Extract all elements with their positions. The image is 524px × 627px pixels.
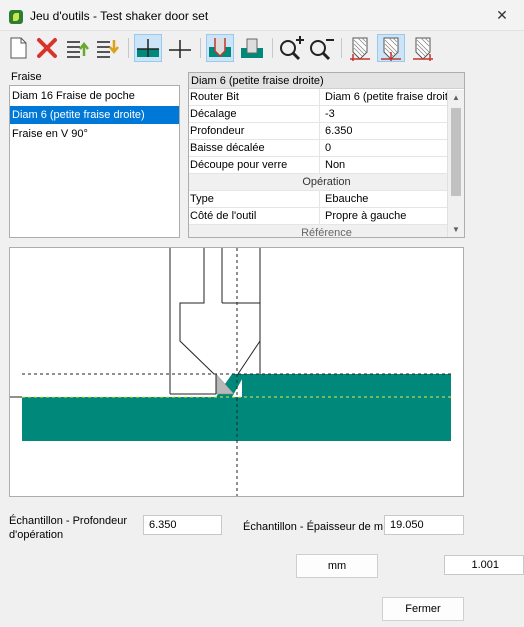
- cut-through-icon[interactable]: [206, 34, 234, 62]
- sample-depth-input[interactable]: 6.350: [143, 515, 222, 535]
- toolbar: [0, 32, 524, 66]
- sample-depth-label: Échantillon - Profondeur d'opération: [9, 515, 128, 541]
- property-value[interactable]: Propre à gauche: [325, 208, 448, 224]
- title-bar: Jeu d'outils - Test shaker door set ✕: [0, 0, 524, 31]
- fraise-list[interactable]: Diam 16 Fraise de poche Diam 6 (petite f…: [9, 85, 180, 238]
- pocket-icon[interactable]: [238, 34, 266, 62]
- property-row[interactable]: Baisse décalée 0: [189, 140, 464, 157]
- property-key: Router Bit: [189, 89, 320, 105]
- property-row[interactable]: Décalage -3: [189, 106, 464, 123]
- property-value[interactable]: -3: [325, 106, 448, 122]
- property-grid-header: Diam 6 (petite fraise droite): [189, 73, 464, 89]
- list-item[interactable]: Diam 16 Fraise de poche: [10, 87, 179, 105]
- sample-thickness-input[interactable]: 19.050: [384, 515, 464, 535]
- sample-thickness-label: Échantillon - Épaisseur de m: [243, 521, 384, 533]
- zoom-out-icon[interactable]: [307, 34, 335, 62]
- property-value[interactable]: Diam 6 (petite fraise droite): [325, 89, 448, 105]
- app-logo-icon: [9, 10, 23, 24]
- fraise-label: Fraise: [11, 71, 42, 83]
- property-row[interactable]: Côté de l'outil Propre à gauche: [189, 208, 464, 225]
- move-up-icon[interactable]: [63, 34, 91, 62]
- scroll-thumb[interactable]: [451, 108, 461, 196]
- new-icon[interactable]: [4, 34, 32, 62]
- zoom-in-icon[interactable]: [277, 34, 305, 62]
- tool-right-icon[interactable]: [409, 34, 437, 62]
- property-grid: Diam 6 (petite fraise droite) Router Bit…: [188, 72, 465, 238]
- list-item-selected[interactable]: Diam 6 (petite fraise droite): [10, 106, 179, 124]
- window-close-button[interactable]: ✕: [480, 0, 524, 31]
- property-row[interactable]: Profondeur 6.350: [189, 123, 464, 140]
- property-key: Profondeur: [189, 123, 320, 139]
- property-value[interactable]: Ebauche: [325, 191, 448, 207]
- property-key: Type: [189, 191, 320, 207]
- property-value[interactable]: 6.350: [325, 123, 448, 139]
- scroll-up-icon[interactable]: ▲: [448, 90, 464, 106]
- property-value[interactable]: Non: [325, 157, 448, 173]
- property-value[interactable]: 0: [325, 140, 448, 156]
- delete-icon[interactable]: [33, 34, 61, 62]
- property-row[interactable]: Découpe pour verre Non: [189, 157, 464, 174]
- reference-top-icon[interactable]: [166, 34, 194, 62]
- ratio-input[interactable]: 1.001: [444, 555, 524, 575]
- scroll-down-icon[interactable]: ▼: [448, 222, 464, 237]
- property-key: Découpe pour verre: [189, 157, 320, 173]
- close-dialog-button[interactable]: Fermer: [382, 597, 464, 621]
- property-key: Baisse décalée: [189, 140, 320, 156]
- tool-shank: [169, 248, 261, 395]
- tool-left-icon[interactable]: [346, 34, 374, 62]
- property-category-operation[interactable]: Opération: [189, 174, 464, 191]
- list-item[interactable]: Fraise en V 90°: [10, 125, 179, 143]
- property-category-reference[interactable]: Référence: [189, 225, 464, 237]
- unit-button[interactable]: mm: [296, 554, 378, 578]
- reference-bottom-icon[interactable]: [134, 34, 162, 62]
- window-title: Jeu d'outils - Test shaker door set: [30, 9, 209, 23]
- property-row[interactable]: Type Ebauche: [189, 191, 464, 208]
- property-row[interactable]: Router Bit Diam 6 (petite fraise droite): [189, 89, 464, 106]
- property-key: Décalage: [189, 106, 320, 122]
- tool-center-icon[interactable]: [377, 34, 405, 62]
- material-step: [242, 374, 451, 398]
- move-down-icon[interactable]: [93, 34, 121, 62]
- property-key: Côté de l'outil: [189, 208, 320, 224]
- property-grid-scrollbar[interactable]: ▲ ▼: [447, 90, 464, 237]
- tool-preview-canvas: [9, 247, 464, 497]
- tool-body: [179, 248, 261, 394]
